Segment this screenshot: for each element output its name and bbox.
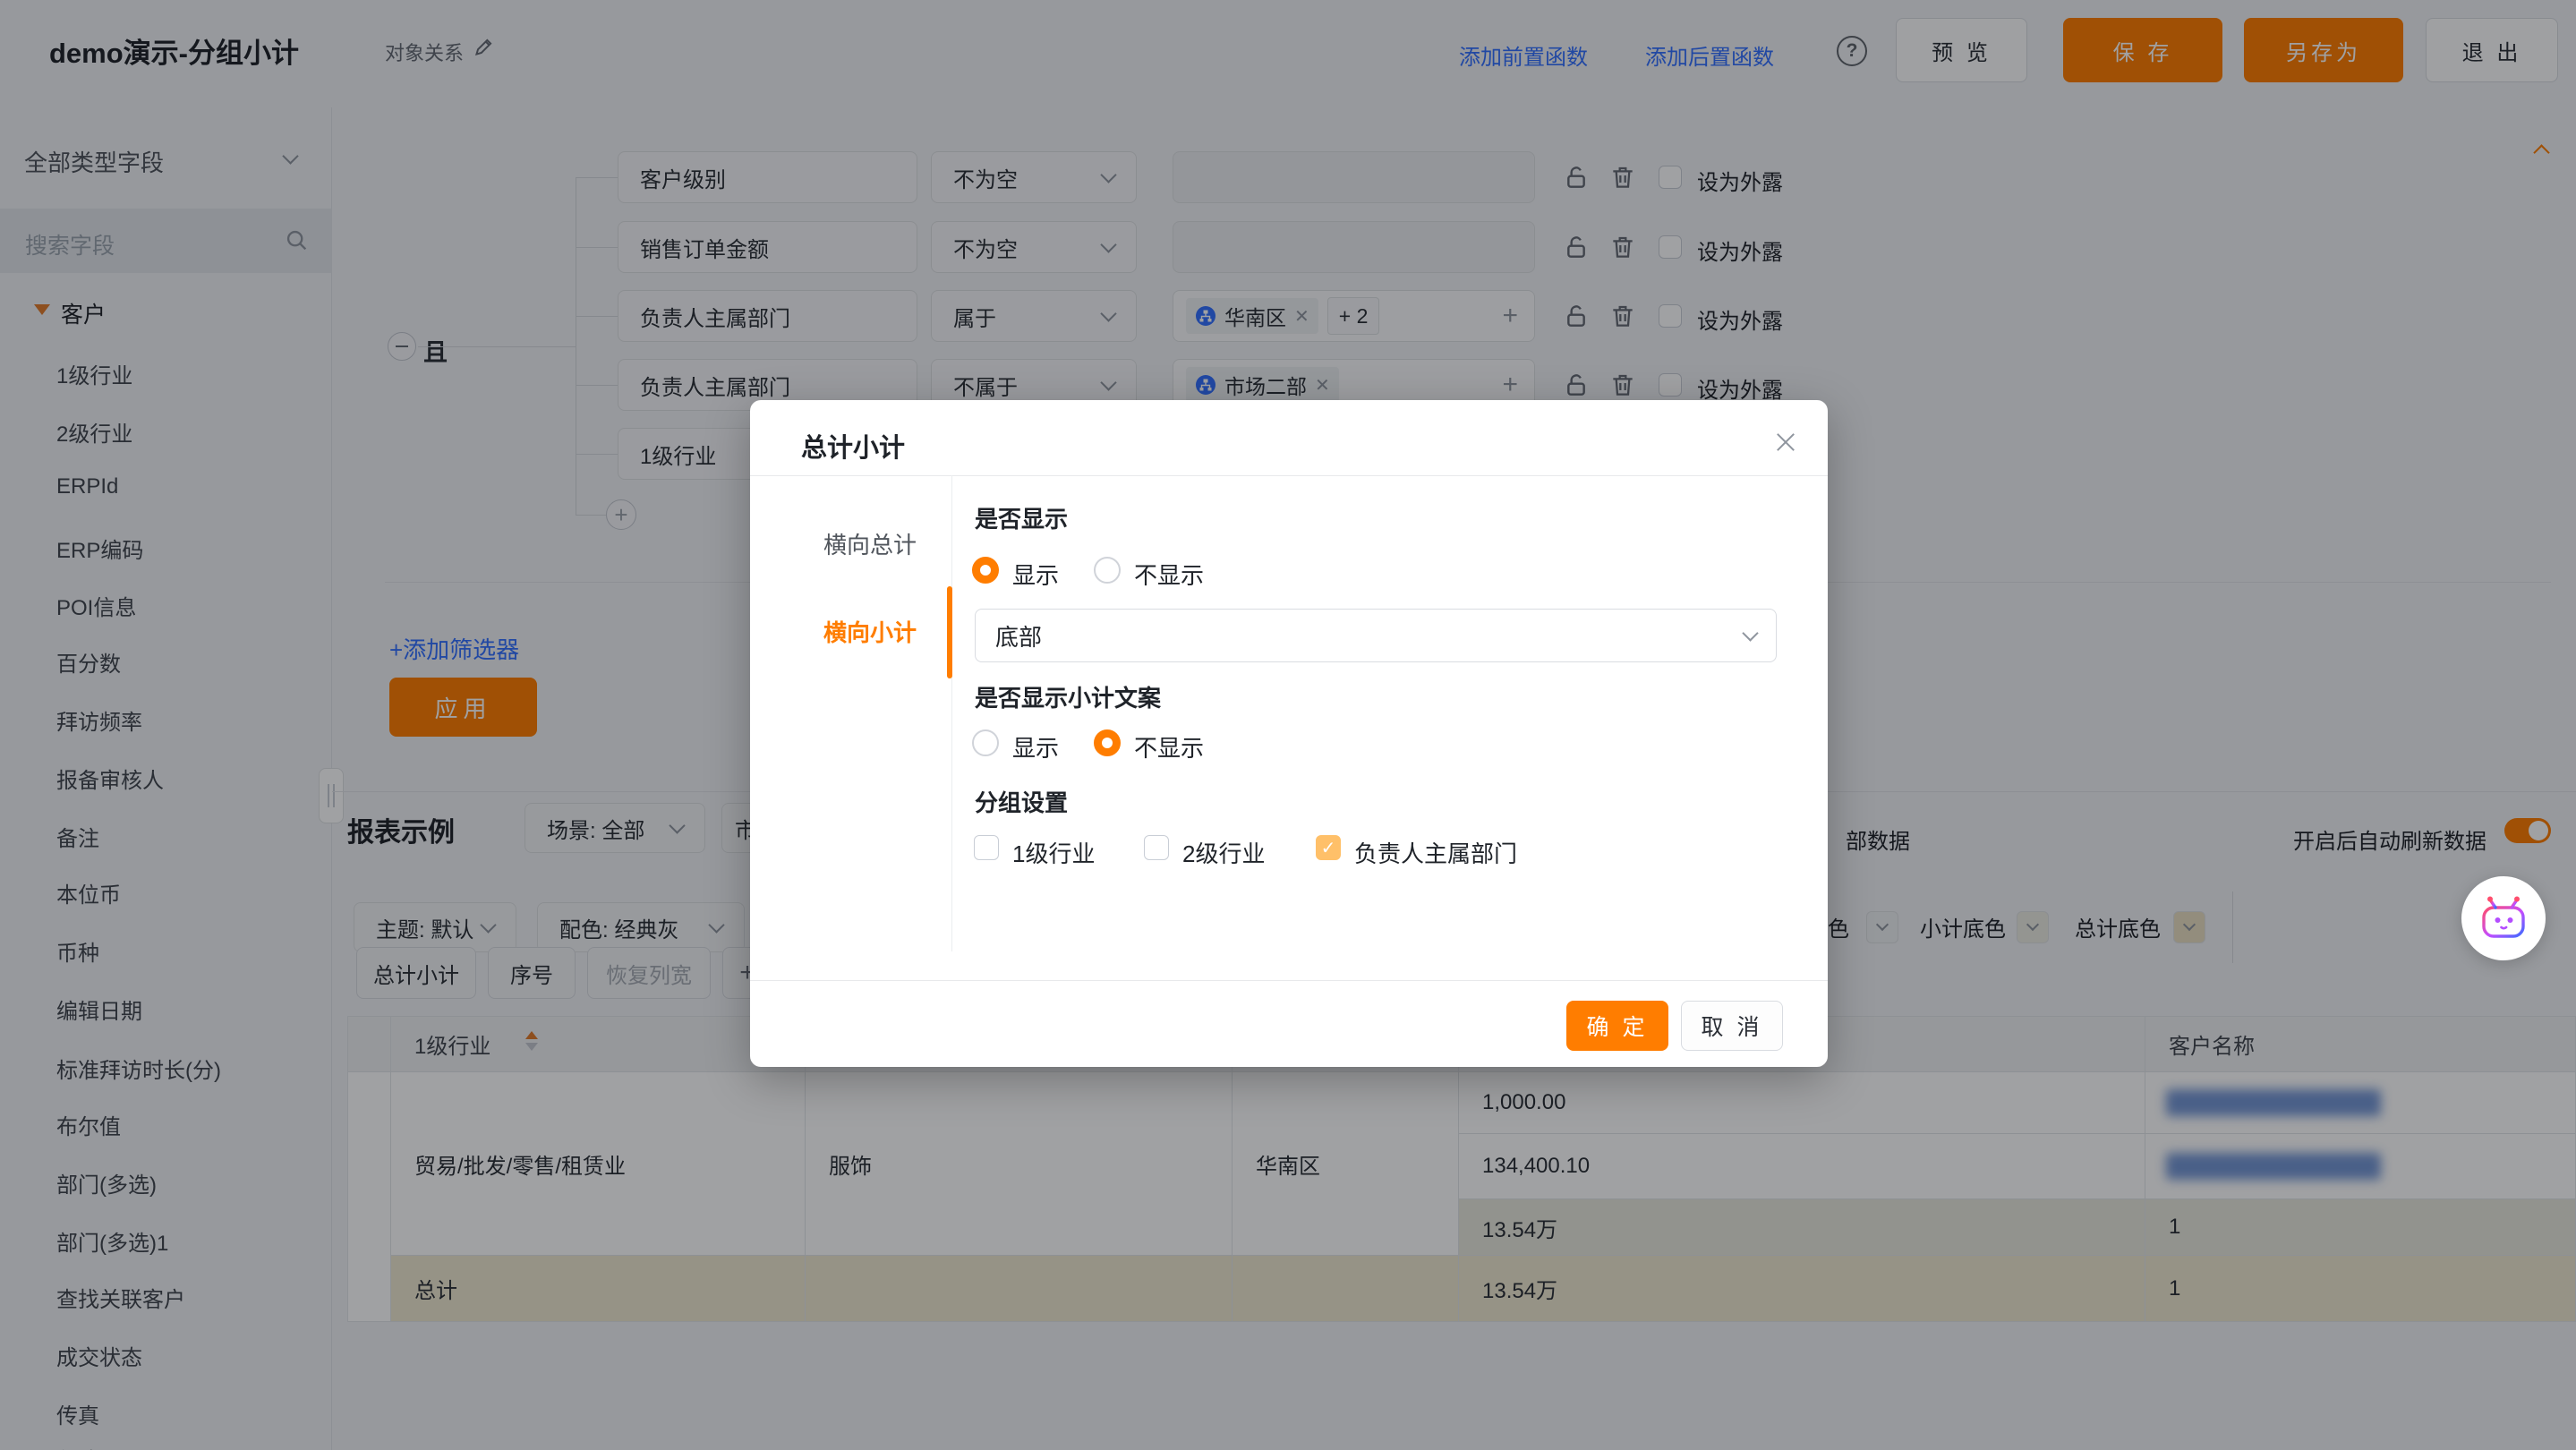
radio-show[interactable] <box>972 557 999 584</box>
caption-section-label: 是否显示小计文案 <box>975 680 1161 713</box>
total-subtotal-modal: 总计小计 横向总计 横向小计 是否显示 显示 不显示 底部 是否显示小计文案 显… <box>750 400 1828 1067</box>
radio-show-label[interactable]: 显示 <box>1012 558 1059 591</box>
group-checkbox-industry1-label[interactable]: 1级行业 <box>1012 836 1095 869</box>
group-checkbox-industry2-label[interactable]: 2级行业 <box>1182 836 1265 869</box>
radio-caption-hide[interactable] <box>1094 729 1121 756</box>
radio-caption-show-label[interactable]: 显示 <box>1012 730 1059 763</box>
modal-title: 总计小计 <box>801 427 905 465</box>
robot-icon <box>2476 893 2531 943</box>
group-checkbox-department[interactable]: ✓ <box>1316 835 1341 860</box>
group-section-label: 分组设置 <box>975 785 1068 818</box>
radio-caption-show[interactable] <box>972 729 999 756</box>
radio-hide[interactable] <box>1094 557 1121 584</box>
tab-horizontal-subtotal[interactable]: 横向小计 <box>823 615 917 648</box>
radio-caption-hide-label[interactable]: 不显示 <box>1134 730 1204 763</box>
report-builder-page: demo演示-分组小计 对象关系 添加前置函数 添加后置函数 ? 预 览 保 存… <box>0 0 2576 1450</box>
show-section-label: 是否显示 <box>975 501 1068 534</box>
cancel-button[interactable]: 取 消 <box>1681 1001 1783 1051</box>
active-tab-indicator <box>947 586 952 678</box>
tab-horizontal-total[interactable]: 横向总计 <box>823 527 917 560</box>
group-checkbox-industry1[interactable] <box>974 835 999 860</box>
confirm-button[interactable]: 确 定 <box>1566 1001 1668 1051</box>
position-select[interactable]: 底部 <box>975 609 1777 662</box>
radio-hide-label[interactable]: 不显示 <box>1134 558 1204 591</box>
assistant-robot-button[interactable] <box>2461 876 2546 960</box>
group-checkbox-industry2[interactable] <box>1144 835 1169 860</box>
close-icon[interactable] <box>1772 429 1799 456</box>
group-checkbox-department-label[interactable]: 负责人主属部门 <box>1354 836 1517 869</box>
position-value: 底部 <box>995 619 1042 652</box>
